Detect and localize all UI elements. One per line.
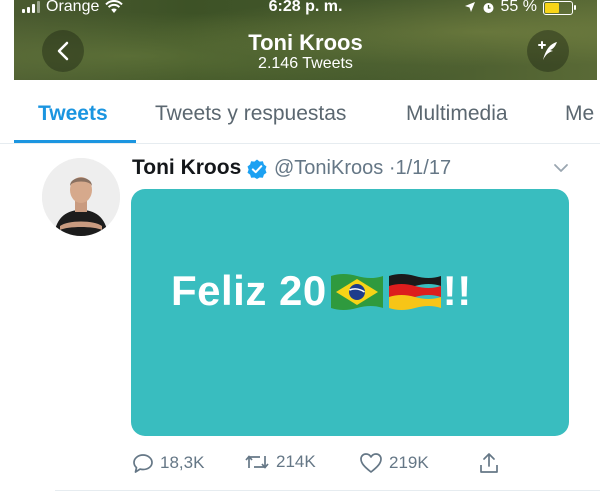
avatar[interactable]	[42, 158, 120, 236]
media-text-prefix: Feliz 20	[171, 267, 327, 314]
battery-icon	[543, 1, 576, 15]
compose-feather-icon	[538, 41, 557, 60]
location-arrow-icon	[464, 2, 475, 12]
status-right: 55 %	[464, 0, 576, 16]
profile-header: Orange 6:28 p. m. 55 % Toni Kroos 2.146 …	[14, 0, 597, 80]
reply-icon	[133, 454, 153, 473]
like-button[interactable]: 219K	[359, 452, 429, 474]
retweet-icon	[245, 455, 269, 469]
active-tab-indicator	[14, 140, 136, 143]
retweet-button[interactable]: 214K	[244, 452, 316, 472]
reply-count: 18,3K	[160, 453, 205, 472]
tab-tweets[interactable]: Tweets	[38, 102, 108, 126]
verified-badge-icon	[247, 159, 267, 179]
battery-percent: 55 %	[500, 0, 537, 15]
tab-likes[interactable]: Me	[565, 102, 594, 126]
tweet-divider	[55, 490, 600, 491]
profile-title: Toni Kroos	[248, 30, 363, 55]
tab-media[interactable]: Multimedia	[406, 102, 508, 126]
media-text-suffix: !!	[442, 267, 472, 314]
alarm-icon	[483, 2, 494, 13]
avatar-photo	[42, 158, 120, 236]
retweet-count: 214K	[276, 452, 316, 471]
germany-flag-icon	[388, 274, 441, 310]
tweet-count: 2.146 Tweets	[258, 55, 353, 72]
share-icon	[480, 453, 498, 473]
chevron-down-icon[interactable]	[553, 162, 569, 174]
media-text: Feliz 20 !!	[171, 267, 472, 315]
status-bar: Orange 6:28 p. m. 55 %	[14, 0, 597, 18]
tweet-author-name[interactable]: Toni Kroos	[132, 156, 241, 180]
heart-icon	[360, 453, 382, 473]
reply-button[interactable]: 18,3K	[132, 452, 204, 474]
tweet-media-image[interactable]: Feliz 20 !!	[131, 189, 569, 436]
share-button[interactable]	[478, 452, 500, 474]
brazil-flag-icon	[330, 274, 383, 310]
profile-tabs: Tweets Tweets y respuestas Multimedia Me	[0, 80, 600, 144]
like-count: 219K	[389, 453, 429, 472]
tweet-meta: @ToniKroos ·1/1/17	[274, 157, 451, 180]
tweet-date[interactable]: 1/1/17	[395, 157, 451, 179]
compose-tweet-button[interactable]	[527, 30, 569, 72]
tweet-handle[interactable]: @ToniKroos	[274, 157, 383, 179]
tab-tweets-and-replies[interactable]: Tweets y respuestas	[155, 102, 346, 126]
